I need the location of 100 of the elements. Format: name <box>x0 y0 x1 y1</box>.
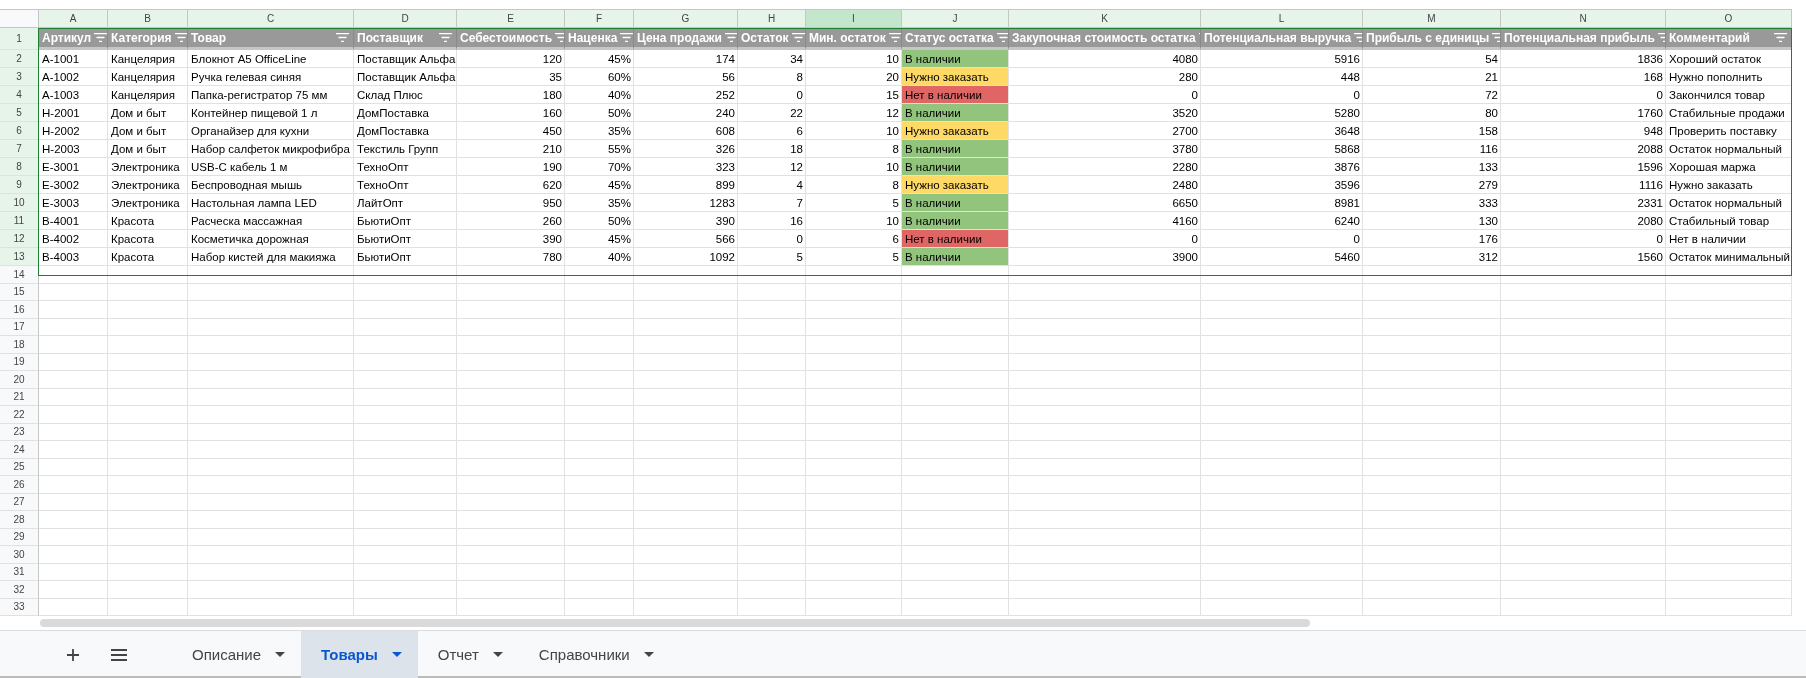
empty-cell[interactable] <box>1501 546 1666 564</box>
empty-cell[interactable] <box>902 336 1009 354</box>
empty-cell[interactable] <box>565 388 634 406</box>
empty-cell[interactable] <box>1363 388 1501 406</box>
empty-cell[interactable] <box>1666 318 1792 336</box>
empty-cell[interactable] <box>1501 388 1666 406</box>
empty-cell[interactable] <box>1009 493 1201 511</box>
empty-cell[interactable] <box>188 388 354 406</box>
column-header[interactable]: A <box>39 9 108 28</box>
filter-icon[interactable] <box>888 33 901 42</box>
empty-cell[interactable] <box>902 283 1009 301</box>
empty-cell[interactable] <box>1201 476 1363 494</box>
empty-cell[interactable] <box>738 388 806 406</box>
empty-cell[interactable] <box>108 528 188 546</box>
empty-cell[interactable] <box>1666 458 1792 476</box>
empty-cell[interactable] <box>738 406 806 424</box>
filter-icon[interactable] <box>791 33 805 42</box>
empty-cell[interactable] <box>1666 301 1792 319</box>
empty-cell[interactable] <box>565 266 634 284</box>
column-header[interactable]: J <box>902 9 1009 28</box>
filter-icon[interactable] <box>996 33 1008 42</box>
filter-icon[interactable] <box>439 33 452 42</box>
empty-cell[interactable] <box>108 283 188 301</box>
empty-cell[interactable] <box>354 546 457 564</box>
filter-icon[interactable] <box>174 33 187 42</box>
empty-cell[interactable] <box>108 353 188 371</box>
empty-cell[interactable] <box>565 336 634 354</box>
empty-cell[interactable] <box>1009 301 1201 319</box>
empty-cell[interactable] <box>354 301 457 319</box>
empty-cell[interactable] <box>354 441 457 459</box>
empty-cell[interactable] <box>354 336 457 354</box>
empty-cell[interactable] <box>1666 283 1792 301</box>
empty-cell[interactable] <box>1009 458 1201 476</box>
empty-cell[interactable] <box>634 493 738 511</box>
empty-cell[interactable] <box>806 336 902 354</box>
empty-cell[interactable] <box>108 371 188 389</box>
empty-cell[interactable] <box>1201 528 1363 546</box>
empty-cell[interactable] <box>634 336 738 354</box>
empty-cell[interactable] <box>738 441 806 459</box>
empty-cell[interactable] <box>1201 283 1363 301</box>
empty-cell[interactable] <box>188 266 354 284</box>
empty-cell[interactable] <box>1201 301 1363 319</box>
empty-cell[interactable] <box>1201 388 1363 406</box>
column-header[interactable]: K <box>1009 9 1201 28</box>
empty-cell[interactable] <box>108 476 188 494</box>
empty-cell[interactable] <box>1363 336 1501 354</box>
empty-cell[interactable] <box>1363 581 1501 599</box>
empty-cell[interactable] <box>1666 353 1792 371</box>
empty-cell[interactable] <box>354 318 457 336</box>
empty-cell[interactable] <box>634 388 738 406</box>
row-number[interactable]: 7 <box>0 140 39 158</box>
empty-cell[interactable] <box>457 388 565 406</box>
empty-cell[interactable] <box>738 493 806 511</box>
empty-cell[interactable] <box>188 476 354 494</box>
empty-cell[interactable] <box>565 406 634 424</box>
empty-cell[interactable] <box>354 458 457 476</box>
empty-cell[interactable] <box>457 371 565 389</box>
empty-cell[interactable] <box>738 336 806 354</box>
empty-cell[interactable] <box>1501 353 1666 371</box>
empty-cell[interactable] <box>1201 423 1363 441</box>
empty-cell[interactable] <box>188 318 354 336</box>
column-header[interactable]: E <box>457 9 565 28</box>
empty-cell[interactable] <box>1009 406 1201 424</box>
empty-cell[interactable] <box>108 318 188 336</box>
empty-cell[interactable] <box>738 423 806 441</box>
empty-cell[interactable] <box>1009 388 1201 406</box>
empty-cell[interactable] <box>354 423 457 441</box>
empty-cell[interactable] <box>806 353 902 371</box>
empty-cell[interactable] <box>1666 511 1792 529</box>
empty-cell[interactable] <box>634 353 738 371</box>
row-number[interactable]: 14 <box>0 266 39 284</box>
row-number[interactable]: 16 <box>0 301 39 319</box>
empty-cell[interactable] <box>634 581 738 599</box>
empty-cell[interactable] <box>108 598 188 616</box>
empty-cell[interactable] <box>108 581 188 599</box>
sheet-tab[interactable]: Описание <box>172 631 302 678</box>
empty-cell[interactable] <box>1501 458 1666 476</box>
empty-cell[interactable] <box>354 528 457 546</box>
empty-cell[interactable] <box>188 563 354 581</box>
filter-icon[interactable] <box>1774 33 1787 42</box>
empty-cell[interactable] <box>108 301 188 319</box>
sheet-tab[interactable]: Справочники <box>518 631 670 678</box>
empty-cell[interactable] <box>902 301 1009 319</box>
empty-cell[interactable] <box>354 511 457 529</box>
empty-cell[interactable] <box>634 563 738 581</box>
empty-cell[interactable] <box>188 528 354 546</box>
row-number[interactable]: 24 <box>0 441 39 459</box>
empty-cell[interactable] <box>1009 371 1201 389</box>
row-number[interactable]: 9 <box>0 176 39 194</box>
empty-cell[interactable] <box>1666 406 1792 424</box>
empty-cell[interactable] <box>354 283 457 301</box>
empty-cell[interactable] <box>1009 423 1201 441</box>
empty-cell[interactable] <box>1363 598 1501 616</box>
empty-cell[interactable] <box>1666 598 1792 616</box>
empty-cell[interactable] <box>1201 406 1363 424</box>
row-number[interactable]: 4 <box>0 86 39 104</box>
row-number[interactable]: 8 <box>0 158 39 176</box>
empty-cell[interactable] <box>565 353 634 371</box>
empty-cell[interactable] <box>902 581 1009 599</box>
empty-cell[interactable] <box>738 563 806 581</box>
